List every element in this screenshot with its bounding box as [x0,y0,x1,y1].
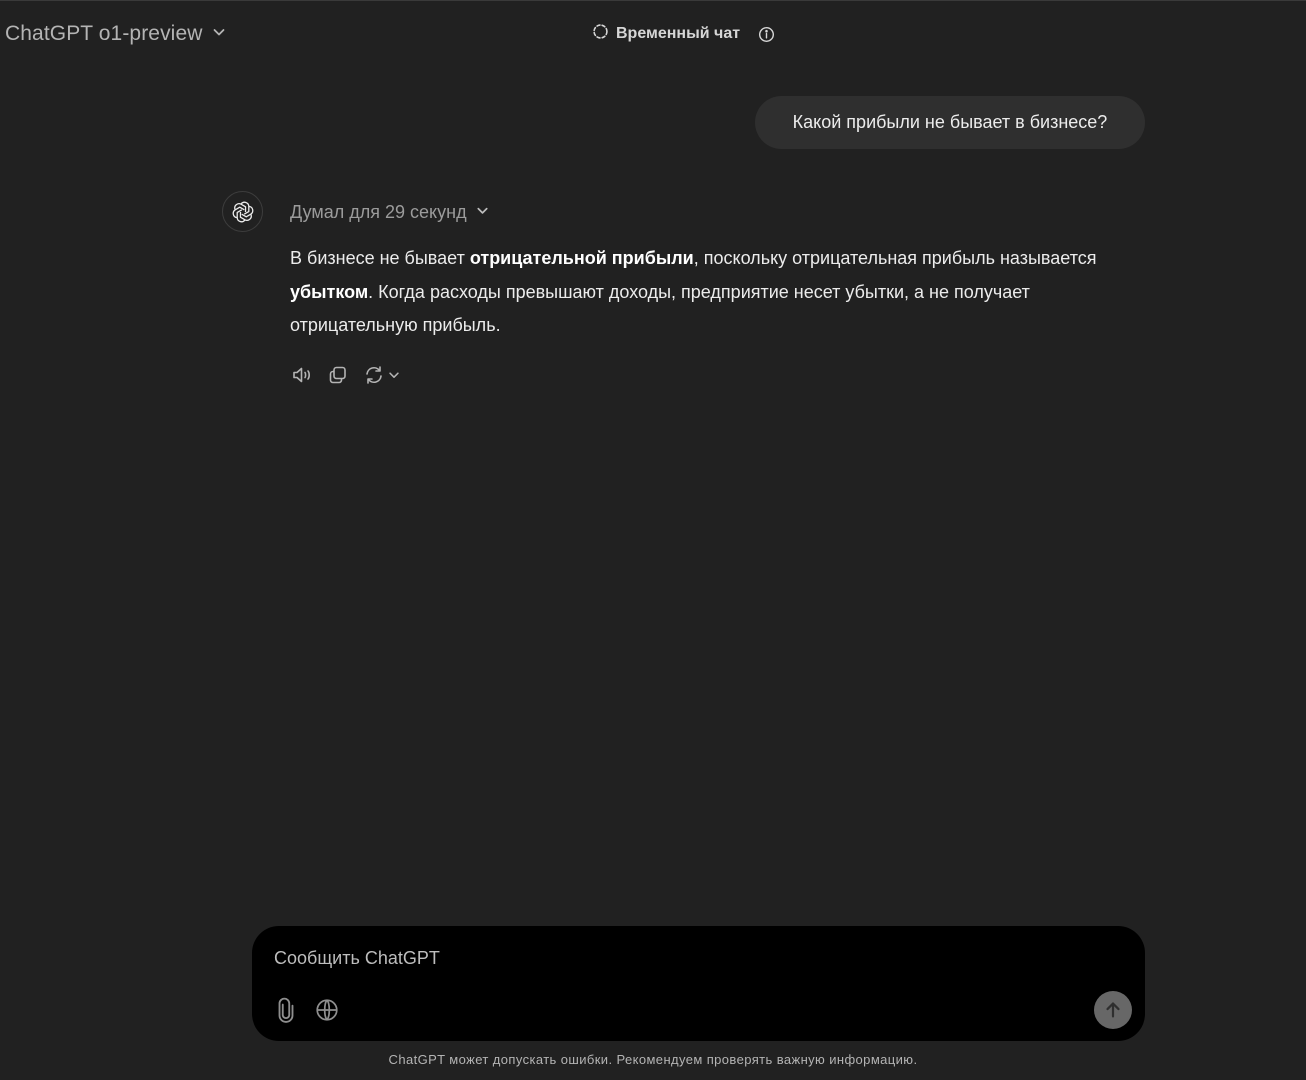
top-border [0,0,1306,1]
message-actions [290,360,401,390]
regenerate-button[interactable] [362,363,401,387]
thought-label: Думал для 29 секунд [290,201,467,222]
temporary-chat-label: Временный чат [616,25,741,42]
chevron-down-icon [475,202,490,223]
web-search-button[interactable] [313,996,341,1024]
info-icon[interactable] [758,26,775,43]
user-message-text: Какой прибыли не бывает в бизнесе? [792,112,1108,132]
regenerate-icon [366,366,382,384]
globe-icon [316,999,338,1021]
chevron-down-icon [389,372,399,378]
chevron-down-icon [211,24,227,45]
user-message-bubble: Какой прибыли не бывает в бизнесе? [755,96,1145,149]
read-aloud-button[interactable] [290,363,314,387]
paperclip-icon [278,997,294,1023]
temporary-chat-indicator: Временный чат [592,21,775,47]
answer-text-part: . Когда расходы превышают доходы, предпр… [290,281,1030,336]
message-composer: Сообщить ChatGPT [252,926,1145,1041]
answer-bold-term: убытком [290,281,369,302]
attach-button[interactable] [272,996,300,1024]
answer-bold-term: отрицательной прибыли [469,248,694,268]
arrow-up-icon [1106,1002,1120,1018]
assistant-avatar [222,191,263,232]
message-input[interactable]: Сообщить ChatGPT [274,944,1074,972]
model-name: ChatGPT o1-preview [5,22,203,45]
answer-text-part: , поскольку отрицательная прибыль называ… [693,248,1097,268]
speaker-icon [293,367,310,383]
disclaimer-text: ChatGPT может допускать ошибки. Рекоменд… [388,1052,918,1067]
thought-summary-toggle[interactable]: Думал для 29 секунд [290,199,490,225]
answer-text-part: В бизнесе не бывает [290,248,470,268]
openai-logo-icon [232,201,253,222]
copy-button[interactable] [326,363,350,387]
assistant-message-text: В бизнесе не бывает отрицательной прибыл… [290,242,1140,343]
model-selector[interactable]: ChatGPT o1-preview [5,19,227,49]
temporary-chat-icon [592,23,609,45]
send-button[interactable] [1094,991,1132,1029]
copy-icon [329,366,346,384]
